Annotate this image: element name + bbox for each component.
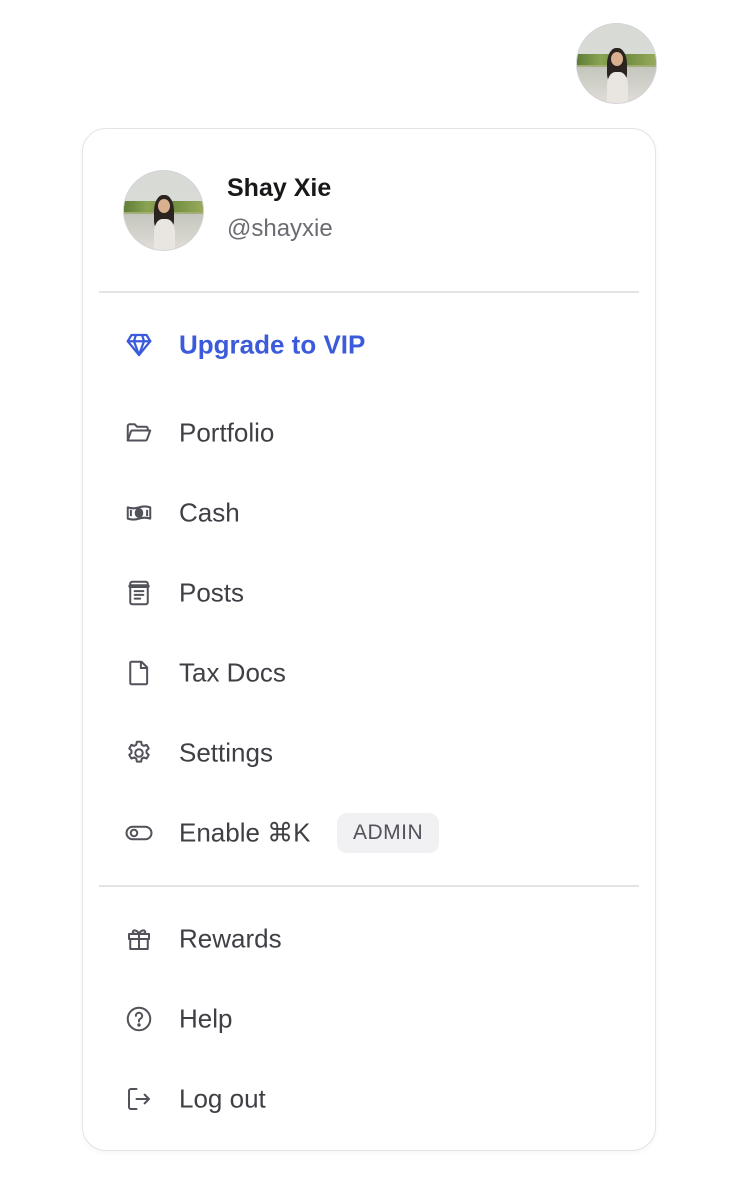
menu-item-label: Upgrade to VIP [179,329,366,360]
menu-item-settings[interactable]: Settings [99,721,639,785]
user-name: Shay Xie [227,174,332,202]
profile-menu: Shay Xie @shayxie Upgrade to VIP Portfol… [82,128,656,1151]
menu-item-rewards[interactable]: Rewards [99,907,639,971]
menu-item-label: Portfolio [179,417,275,448]
menu-item-cash[interactable]: Cash [99,481,639,545]
menu-item-upgrade-vip[interactable]: Upgrade to VIP [99,313,639,377]
menu-item-label: Posts [179,577,245,608]
folder-open-icon [123,417,155,449]
menu-item-enable-cmdk[interactable]: Enable ⌘K ADMIN [99,801,639,865]
menu-item-label: Tax Docs [179,657,286,688]
divider [99,885,639,887]
menu-item-logout[interactable]: Log out [99,1067,639,1131]
file-icon [123,657,155,689]
menu-item-label: Settings [179,737,273,768]
avatar [123,170,204,251]
divider [99,291,639,293]
menu-item-label: Log out [179,1083,266,1114]
logout-icon [123,1083,155,1115]
profile-avatar-button[interactable] [576,23,657,104]
menu-item-tax-docs[interactable]: Tax Docs [99,641,639,705]
help-circle-icon [123,1003,155,1035]
menu-item-help[interactable]: Help [99,987,639,1051]
menu-item-label: Help [179,1003,233,1034]
toggle-icon [123,817,155,849]
menu-item-label: Enable ⌘K [179,817,311,848]
gear-icon [123,737,155,769]
admin-badge: ADMIN [337,813,440,853]
gift-icon [123,923,155,955]
menu-item-posts[interactable]: Posts [99,561,639,625]
menu-item-portfolio[interactable]: Portfolio [99,401,639,465]
banknote-icon [123,497,155,529]
diamond-icon [123,329,155,361]
document-lines-icon [123,577,155,609]
user-handle: @shayxie [227,215,333,242]
menu-item-label: Rewards [179,923,282,954]
menu-item-label: Cash [179,497,240,528]
